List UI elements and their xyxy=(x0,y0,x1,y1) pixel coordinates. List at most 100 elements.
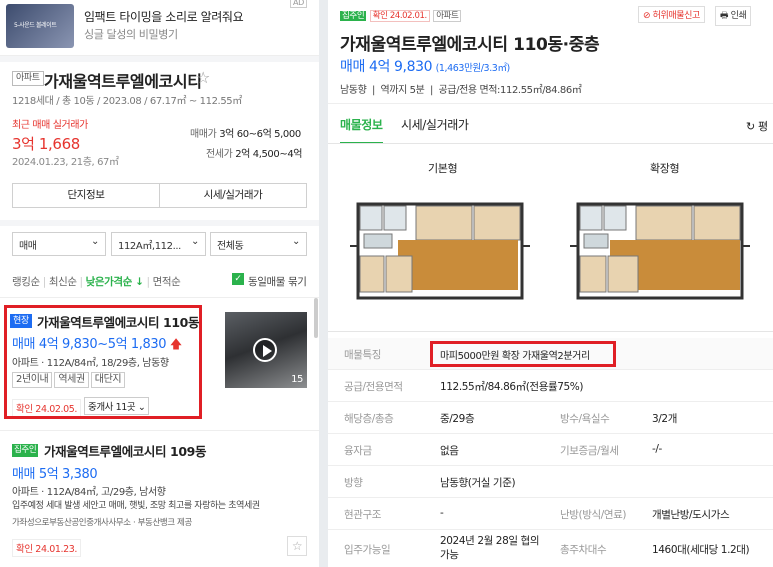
plan-label-extended: 확장형 xyxy=(650,162,680,175)
detail-row: 현관구조 - 난방(방식/연료) 개별난방/도시가스 xyxy=(328,498,773,530)
complex-meta: 1218세대 / 총 10동 / 2023.08 / 67.17㎡ ~ 112.… xyxy=(12,96,242,107)
tab-trade-price[interactable]: 시세/실거래가 xyxy=(401,116,469,133)
chevron-down-icon: ⌄ xyxy=(292,236,300,247)
area-value: 112A㎡,112... xyxy=(118,241,181,252)
dong-value: 전체동 xyxy=(217,241,244,252)
area-select[interactable]: 112A㎡,112... ⌄ xyxy=(111,232,206,256)
trade-price-label: 시세/실거래가 xyxy=(203,189,263,201)
detail-price: 매매 4억 9,830 xyxy=(340,59,433,75)
row-value: 없음 xyxy=(440,445,459,457)
same-listing-label[interactable]: 동일매물 묶기 xyxy=(248,274,307,289)
complex-name: 가재울역트루엘에코시티 xyxy=(44,72,202,91)
photo-count: 15 xyxy=(291,374,303,385)
print-icon: 🖶 xyxy=(720,11,729,21)
deal-type-select[interactable]: 매매 ⌄ xyxy=(12,232,106,256)
report-label: 허위매물신고 xyxy=(652,11,701,21)
floor-plan-extended[interactable] xyxy=(570,186,750,306)
print-button[interactable]: 🖶 인쇄 xyxy=(715,6,752,26)
chevron-down-icon: ⌄ xyxy=(191,236,199,247)
highlight-box-listing xyxy=(4,305,202,419)
row-key: 융자금 xyxy=(344,445,372,457)
detail-panel: 집주인 확인 24.02.01. 아파트 ⊘ 허위매물신고 🖶 인쇄 가재울역트… xyxy=(328,0,773,567)
detail-row: 해당층/총층 중/29층 방수/욕실수 3/2개 xyxy=(328,402,773,434)
row-key-2: 총주차대수 xyxy=(560,544,607,556)
sort-ranking[interactable]: 랭킹순 xyxy=(12,276,40,288)
row-key: 방향 xyxy=(344,477,363,489)
jeonse-price-range: 2억 4,500~4억 xyxy=(235,149,303,160)
listing-title[interactable]: 가재울역트루엘에코시티 109동 xyxy=(44,441,206,460)
row-key: 현관구조 xyxy=(344,509,382,521)
confirm-tag: 확인 24.02.01. xyxy=(369,10,430,22)
complex-info-label: 단지정보 xyxy=(67,189,105,201)
plan-label-basic: 기본형 xyxy=(428,162,458,175)
alert-icon: ⊘ xyxy=(643,11,651,21)
deal-type-value: 매매 xyxy=(19,241,37,252)
row-value-2: 개별난방/도시가스 xyxy=(652,509,730,521)
favorite-star-icon[interactable]: ☆ xyxy=(196,68,210,87)
detail-row: 입주가능일 2024년 2월 28일 협의 가능 총주차대수 1460대(세대당… xyxy=(328,530,773,567)
recent-trade-date: 2024.01.23, 21층, 67㎡ xyxy=(12,157,119,168)
row-value: 2024년 2월 28일 협의 가능 xyxy=(440,535,540,561)
refresh-button[interactable]: ↻ 평 xyxy=(746,118,768,134)
row-value: 남동향(거실 기준) xyxy=(440,477,516,489)
sort-latest[interactable]: 최신순 xyxy=(49,276,77,288)
sale-price-label: 매매가 xyxy=(190,129,217,140)
ad-banner[interactable]: 5-사운드 볼레이트 임팩트 타이밍을 소리로 알려줘요 싱글 달성의 비밀병기… xyxy=(0,0,319,56)
row-key: 해당층/총층 xyxy=(344,413,394,425)
chevron-down-icon: ⌄ xyxy=(91,236,99,247)
print-label: 인쇄 xyxy=(730,11,747,21)
listing-confirm-date: 확인 24.01.23. xyxy=(12,539,82,557)
favorite-star-icon[interactable]: ☆ xyxy=(287,536,307,556)
row-key-2: 난방(방식/연료) xyxy=(560,509,627,521)
row-value-2: 1460대(세대당 1.2대) xyxy=(652,544,750,556)
floor-plan-basic[interactable] xyxy=(350,186,530,306)
listing-agent: 가좌성으로부동산공인중개사사무소 · 부동산뱅크 제공 xyxy=(12,518,192,528)
ad-thumb-text: 5-사운드 볼레이트 xyxy=(14,22,57,29)
play-icon[interactable] xyxy=(253,338,277,362)
scrollbar[interactable] xyxy=(314,298,318,338)
trade-price-button[interactable]: 시세/실거래가 xyxy=(159,183,307,208)
refresh-icon: ↻ xyxy=(746,120,755,133)
row-value-2: -/- xyxy=(652,443,662,455)
row-key: 공급/전용면적 xyxy=(344,381,403,393)
row-value-2: 3/2개 xyxy=(652,413,677,425)
highlight-box-feature xyxy=(430,341,616,367)
recent-trade-price: 3억 1,668 xyxy=(12,135,80,153)
ad-title[interactable]: 임팩트 타이밍을 소리로 알려줘요 xyxy=(84,8,244,25)
complex-type-tag: 아파트 xyxy=(12,71,44,86)
ad-thumbnail[interactable]: 5-사운드 볼레이트 xyxy=(6,4,74,48)
listing-panel: 5-사운드 볼레이트 임팩트 타이밍을 소리로 알려줘요 싱글 달성의 비밀병기… xyxy=(0,0,319,567)
detail-title: 가재울역트루엘에코시티 110동·중층 xyxy=(340,35,600,55)
listing-desc-extra: 입주예정 세대 발생 세안고 매매, 햇빛, 조망 최고를 자랑하는 초역세권 xyxy=(12,501,260,511)
tab-listing-info-label: 매물정보 xyxy=(340,118,383,132)
listing-desc: 아파트 · 112A/84㎡, 고/29층, 남서향 xyxy=(12,487,166,498)
row-key-2: 기보증금/월세 xyxy=(560,445,619,457)
complex-info-button[interactable]: 단지정보 xyxy=(12,183,160,208)
row-key: 입주가능일 xyxy=(344,544,391,556)
sort-area[interactable]: 면적순 xyxy=(153,276,181,288)
jeonse-price-label: 전세가 xyxy=(206,149,233,160)
owner-tag: 집주인 xyxy=(340,11,367,21)
detail-price-per: (1,463만원/3.3㎡) xyxy=(435,63,511,74)
listing-card-2[interactable]: 집주인 가재울역트루엘에코시티 109동 매매 5억 3,380 아파트 · 1… xyxy=(0,431,319,567)
detail-summary: 남동향 | 역까지 5분 | 공급/전용 면적:112.55㎡/84.86㎡ xyxy=(340,85,582,96)
ad-badge: AD xyxy=(290,0,307,8)
row-key-2: 방수/욕실수 xyxy=(560,413,610,425)
listing-price: 매매 5억 3,380 xyxy=(12,467,98,482)
dong-select[interactable]: 전체동 ⌄ xyxy=(210,232,307,256)
ad-subtitle: 싱글 달성의 비밀병기 xyxy=(84,28,178,41)
detail-row: 융자금 없음 기보증금/월세 -/- xyxy=(328,434,773,466)
row-value: 중/29층 xyxy=(440,413,475,425)
report-button[interactable]: ⊘ 허위매물신고 xyxy=(638,6,705,23)
feature-label: 매물특징 xyxy=(344,349,382,361)
sort-lowest-price[interactable]: 낮은가격순 ↓ xyxy=(86,276,144,288)
same-listing-checkbox[interactable]: ✓ xyxy=(232,273,244,285)
listing-photo[interactable]: 15 xyxy=(225,312,307,388)
row-value: 112.55㎡/84.86㎡(전용률75%) xyxy=(440,381,584,393)
recent-trade-label: 최근 매매 실거래가 xyxy=(12,120,88,131)
listing-source-tag: 집주인 xyxy=(12,444,39,457)
tab-trade-price-label: 시세/실거래가 xyxy=(401,118,469,132)
refresh-label: 평 xyxy=(757,120,768,133)
type-tag: 아파트 xyxy=(433,10,462,22)
tab-listing-info[interactable]: 매물정보 xyxy=(340,116,383,144)
